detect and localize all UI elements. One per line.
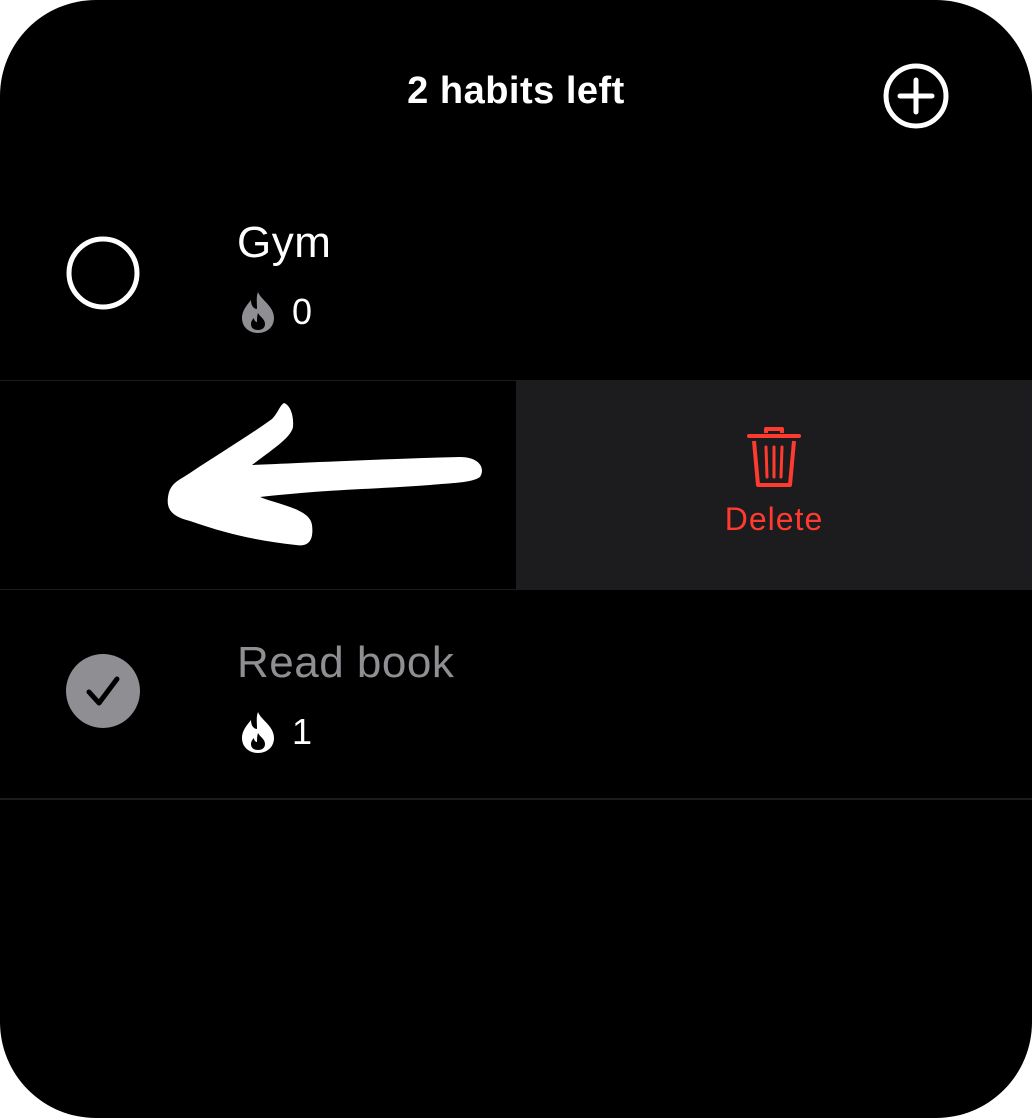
page-title: 2 habits left bbox=[407, 70, 625, 112]
habit-checkbox-read-book[interactable] bbox=[66, 654, 140, 728]
trash-icon bbox=[747, 427, 801, 487]
habit-row-read-book[interactable]: Read book 1 bbox=[0, 590, 1032, 798]
streak-count: 0 bbox=[292, 291, 313, 332]
left-arrow-icon bbox=[167, 403, 482, 546]
checkmark-circle-icon bbox=[66, 654, 140, 728]
row-divider bbox=[0, 798, 1032, 800]
habit-row-gym[interactable]: Gym 0 bbox=[0, 170, 1032, 380]
streak-indicator: 1 bbox=[238, 710, 312, 754]
habits-screen: 2 habits left Gym 0 Delete Read book 1 bbox=[0, 0, 1032, 1118]
streak-count: 1 bbox=[292, 711, 313, 752]
flame-icon bbox=[242, 712, 274, 753]
habit-name: Gym bbox=[237, 218, 332, 267]
swiped-habit-row[interactable]: Delete bbox=[0, 381, 1032, 589]
delete-button[interactable]: Delete bbox=[516, 381, 1032, 589]
delete-label: Delete bbox=[724, 501, 824, 537]
habit-name: Read book bbox=[237, 638, 455, 687]
streak-indicator: 0 bbox=[238, 290, 312, 334]
flame-icon bbox=[242, 292, 274, 333]
empty-circle-icon bbox=[66, 236, 140, 310]
habit-checkbox-gym[interactable] bbox=[66, 236, 140, 310]
add-habit-button[interactable] bbox=[882, 62, 950, 130]
plus-circle-icon bbox=[883, 63, 949, 129]
